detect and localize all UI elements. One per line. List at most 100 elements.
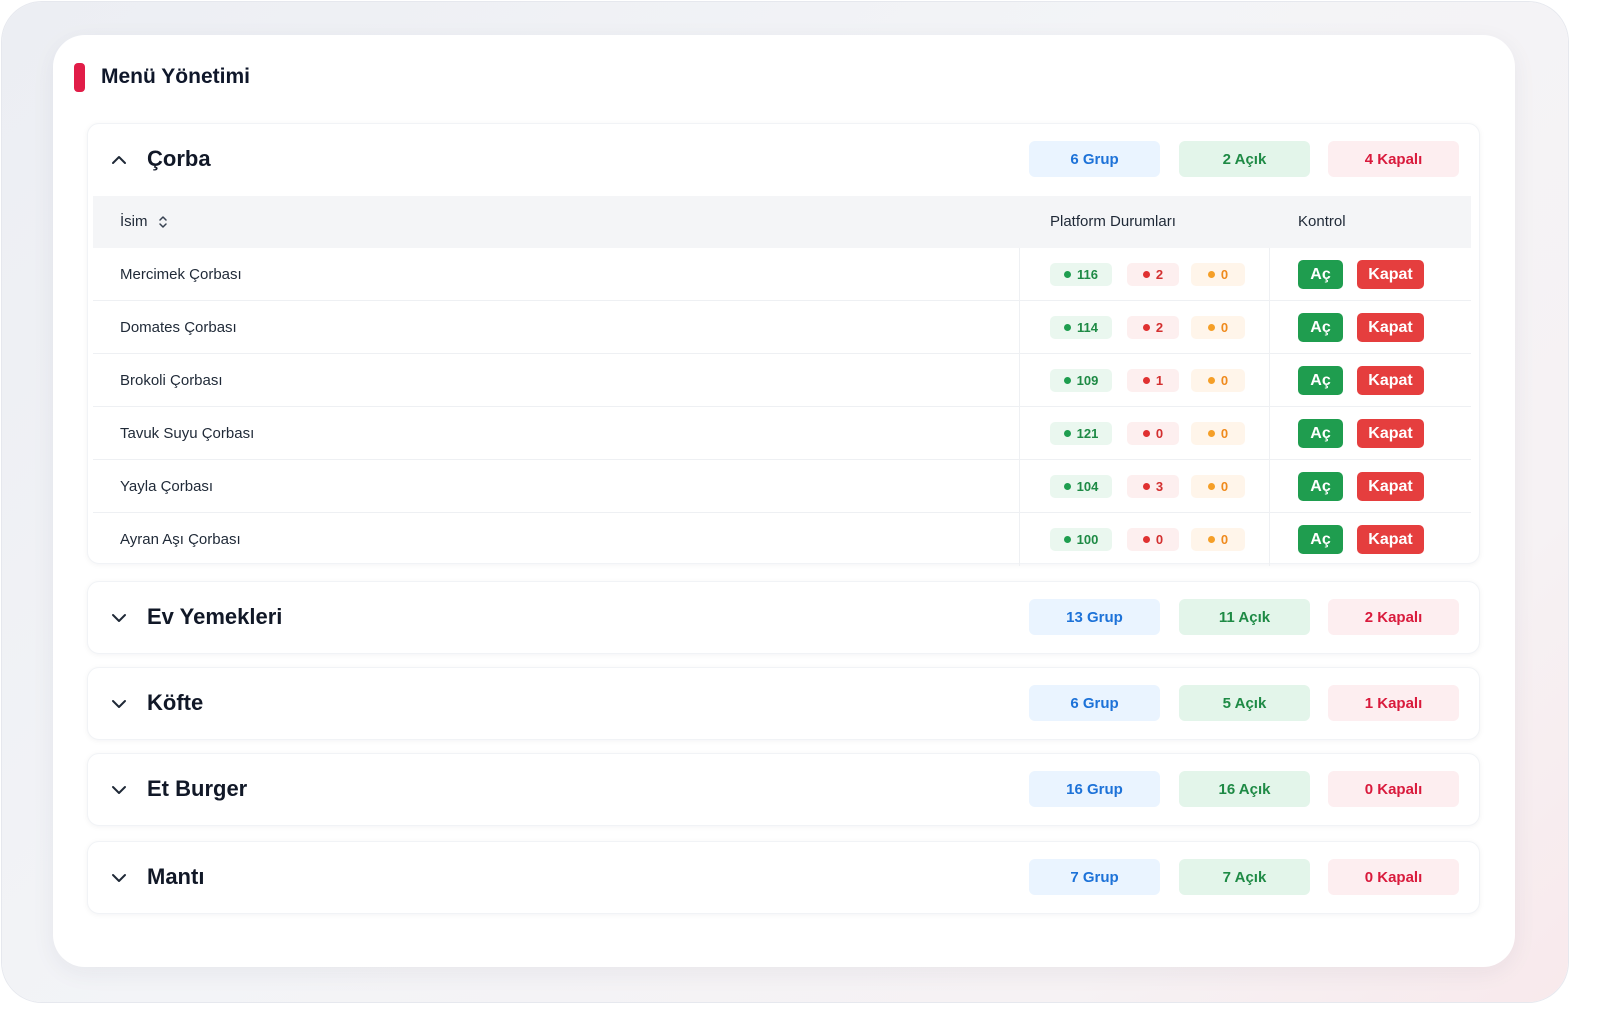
category-name: Ev Yemekleri [147, 604, 283, 629]
category-header[interactable]: Ev Yemekleri 13 Grup 11 Açık 2 Kapalı [88, 582, 1479, 654]
red-dot-icon [1142, 536, 1150, 543]
close-button[interactable]: Kapat [1357, 313, 1424, 342]
platform-closed-badge: 1 [1127, 369, 1179, 392]
column-divider [1019, 407, 1020, 459]
active-count: 114 [1077, 320, 1098, 335]
open-button[interactable]: Aç [1298, 525, 1343, 554]
menu-management-panel: Menü Yönetimi Çorba 6 Grup 2 Açık 4 Kapa… [53, 35, 1515, 967]
item-name: Mercimek Çorbası [120, 266, 242, 283]
group-count-badge: 6 Grup [1029, 685, 1160, 721]
closed-count: 2 [1155, 320, 1164, 335]
open-button[interactable]: Aç [1298, 313, 1343, 342]
open-count-badge: 7 Açık [1179, 859, 1310, 895]
table-row: Mercimek Çorbası 116 2 0 Aç Kapat [93, 248, 1471, 301]
chevron-down-icon[interactable] [110, 869, 128, 887]
table-row: Domates Çorbası 114 2 0 Aç Kapat [93, 301, 1471, 354]
pending-count: 0 [1220, 532, 1229, 547]
category-et-burger: Et Burger 16 Grup 16 Açık 0 Kapalı [87, 753, 1480, 826]
column-header-platform: Platform Durumları [1050, 213, 1176, 230]
open-button[interactable]: Aç [1298, 366, 1343, 395]
platform-active-badge: 114 [1050, 316, 1112, 339]
platform-closed-badge: 0 [1127, 422, 1179, 445]
closed-count: 0 [1155, 532, 1164, 547]
platform-closed-badge: 0 [1127, 528, 1179, 551]
close-button[interactable]: Kapat [1357, 419, 1424, 448]
category-kofte: Köfte 6 Grup 5 Açık 1 Kapalı [87, 667, 1480, 740]
column-header-control: Kontrol [1298, 213, 1346, 230]
orange-dot-icon [1207, 483, 1215, 490]
page-title: Menü Yönetimi [101, 65, 250, 88]
table-row: Tavuk Suyu Çorbası 121 0 0 Aç Kapat [93, 407, 1471, 460]
sort-icon[interactable] [158, 215, 168, 229]
active-count: 100 [1076, 532, 1099, 547]
red-dot-icon [1142, 430, 1150, 437]
active-count: 104 [1076, 479, 1099, 494]
close-button[interactable]: Kapat [1357, 472, 1424, 501]
platform-pending-badge: 0 [1191, 528, 1245, 551]
column-divider [1019, 460, 1020, 512]
table-header: İsim Platform Durumları Kontrol [93, 196, 1471, 248]
column-divider [1269, 407, 1270, 459]
open-button[interactable]: Aç [1298, 419, 1343, 448]
closed-count: 0 [1155, 426, 1164, 441]
category-header[interactable]: Et Burger 16 Grup 16 Açık 0 Kapalı [88, 754, 1479, 826]
green-dot-icon [1063, 536, 1071, 543]
platform-pending-badge: 0 [1191, 369, 1245, 392]
table-row: Brokoli Çorbası 109 1 0 Aç Kapat [93, 354, 1471, 407]
open-count-badge: 16 Açık [1179, 771, 1310, 807]
group-count-badge: 7 Grup [1029, 859, 1160, 895]
open-count-badge: 2 Açık [1179, 141, 1310, 177]
column-divider [1269, 301, 1270, 353]
category-header[interactable]: Köfte 6 Grup 5 Açık 1 Kapalı [88, 668, 1479, 740]
closed-count: 1 [1155, 373, 1164, 388]
chevron-down-icon[interactable] [110, 695, 128, 713]
group-count-badge: 16 Grup [1029, 771, 1160, 807]
column-divider [1269, 513, 1270, 566]
chevron-up-icon[interactable] [110, 151, 128, 169]
category-corba: Çorba 6 Grup 2 Açık 4 Kapalı İsim Platfo… [87, 123, 1480, 566]
column-divider [1019, 301, 1020, 353]
closed-count-badge: 0 Kapalı [1328, 859, 1459, 895]
pending-count: 0 [1220, 267, 1229, 282]
closed-count-badge: 1 Kapalı [1328, 685, 1459, 721]
category-name: Et Burger [147, 776, 248, 801]
red-dot-icon [1142, 324, 1150, 331]
chevron-down-icon[interactable] [110, 781, 128, 799]
open-button[interactable]: Aç [1298, 472, 1343, 501]
column-header-name[interactable]: İsim [120, 213, 168, 230]
active-count: 109 [1076, 373, 1099, 388]
items-table: İsim Platform Durumları Kontrol Mercimek… [93, 196, 1471, 566]
green-dot-icon [1063, 377, 1071, 384]
category-header[interactable]: Çorba 6 Grup 2 Açık 4 Kapalı [88, 124, 1479, 196]
closed-count-badge: 4 Kapalı [1328, 141, 1459, 177]
table-row: Ayran Aşı Çorbası 100 0 0 Aç Kapat [93, 513, 1471, 566]
title-accent-bar [74, 62, 85, 92]
green-dot-icon [1063, 483, 1071, 490]
item-name: Domates Çorbası [120, 319, 237, 336]
platform-active-badge: 116 [1050, 263, 1112, 286]
item-name: Yayla Çorbası [120, 478, 214, 495]
close-button[interactable]: Kapat [1357, 366, 1424, 395]
close-button[interactable]: Kapat [1357, 525, 1424, 554]
platform-pending-badge: 0 [1191, 263, 1245, 286]
orange-dot-icon [1207, 536, 1215, 543]
red-dot-icon [1142, 483, 1150, 490]
category-manti: Mantı 7 Grup 7 Açık 0 Kapalı [87, 841, 1480, 914]
table-row: Yayla Çorbası 104 3 0 Aç Kapat [93, 460, 1471, 513]
category-header[interactable]: Mantı 7 Grup 7 Açık 0 Kapalı [88, 842, 1479, 914]
open-button[interactable]: Aç [1298, 260, 1343, 289]
platform-active-badge: 109 [1050, 369, 1112, 392]
column-divider [1269, 354, 1270, 406]
panel-header: Menü Yönetimi [74, 62, 250, 92]
active-count: 121 [1076, 426, 1099, 441]
red-dot-icon [1142, 271, 1150, 278]
green-dot-icon [1064, 271, 1071, 278]
green-dot-icon [1064, 324, 1071, 331]
closed-count-badge: 0 Kapalı [1328, 771, 1459, 807]
close-button[interactable]: Kapat [1357, 260, 1424, 289]
red-dot-icon [1142, 377, 1150, 384]
chevron-down-icon[interactable] [110, 609, 128, 627]
orange-dot-icon [1207, 271, 1215, 278]
platform-pending-badge: 0 [1191, 316, 1245, 339]
green-dot-icon [1063, 430, 1071, 437]
